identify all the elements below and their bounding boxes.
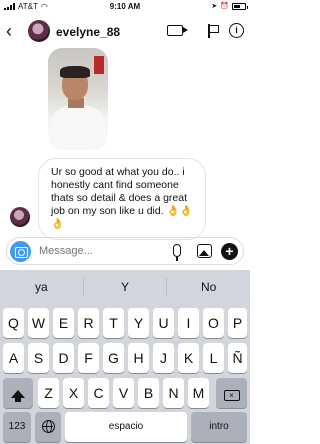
shift-key[interactable] [3,378,33,408]
key[interactable]: N [163,378,184,408]
key[interactable]: Z [38,378,59,408]
keyboard: ya Y No Q W E R T Y U I O P A S D F G H … [0,270,250,444]
key[interactable]: Ñ [228,343,247,373]
key[interactable]: F [78,343,99,373]
key[interactable]: R [78,308,99,338]
key[interactable]: I [178,308,199,338]
key[interactable]: E [53,308,74,338]
key[interactable]: U [153,308,174,338]
shared-photo[interactable] [48,48,108,150]
key[interactable]: A [3,343,24,373]
message-bubble[interactable]: Ur so good at what you do.. i honestly c… [38,158,206,240]
status-right: ➤ ⏰ [211,2,248,10]
status-bar: AT&T ◠ 9:10 AM ➤ ⏰ [0,0,250,14]
suggestion-bar: ya Y No [0,270,250,304]
location-icon: ➤ [211,3,218,10]
key-row-3: Z X C V B N M × [0,378,250,408]
key[interactable]: H [128,343,149,373]
key[interactable]: J [153,343,174,373]
key[interactable]: G [103,343,124,373]
key[interactable]: Q [3,308,24,338]
message-composer: + [6,237,244,265]
numbers-key[interactable]: 123 [3,412,31,442]
header-actions: i [167,23,244,38]
shift-arrow-icon [11,390,25,402]
backspace-icon: × [223,390,240,401]
globe-key[interactable] [35,412,61,442]
key[interactable]: V [113,378,134,408]
key[interactable]: W [28,308,49,338]
chat-header: ‹ evelyne_88 i [0,16,250,50]
suggestion-item[interactable]: No [167,270,250,304]
video-call-icon[interactable] [167,25,188,36]
key[interactable]: K [178,343,199,373]
key[interactable]: Y [128,308,149,338]
key-row-4: 123 espacio intro [0,412,250,442]
microphone-icon[interactable] [173,244,181,261]
gallery-icon[interactable] [197,244,212,258]
key[interactable]: C [88,378,109,408]
key[interactable]: B [138,378,159,408]
key[interactable]: M [188,378,209,408]
backspace-key[interactable]: × [216,378,247,408]
key[interactable]: X [63,378,84,408]
key[interactable]: S [28,343,49,373]
sender-avatar[interactable] [10,207,30,227]
avatar[interactable] [28,20,50,42]
chat-username[interactable]: evelyne_88 [56,25,120,39]
flag-icon[interactable] [207,23,219,38]
message-input[interactable] [39,243,159,259]
key[interactable]: D [53,343,74,373]
camera-icon[interactable] [10,241,31,262]
add-button[interactable]: + [221,243,238,260]
space-key[interactable]: espacio [65,412,187,442]
return-key[interactable]: intro [191,412,247,442]
key[interactable]: P [228,308,247,338]
key-row-1: Q W E R T Y U I O P [0,308,250,338]
dm-screen: AT&T ◠ 9:10 AM ➤ ⏰ ‹ evelyne_88 i Ur so … [0,0,250,444]
back-chevron-icon[interactable]: ‹ [6,22,12,40]
key[interactable]: T [103,308,124,338]
info-icon[interactable]: i [229,23,244,38]
key[interactable]: O [203,308,224,338]
key[interactable]: L [203,343,224,373]
suggestion-item[interactable]: Y [84,270,167,304]
key-row-2: A S D F G H J K L Ñ [0,343,250,373]
globe-icon [41,420,55,433]
battery-icon [232,2,248,10]
alarm-icon: ⏰ [220,3,229,10]
suggestion-item[interactable]: ya [0,270,83,304]
